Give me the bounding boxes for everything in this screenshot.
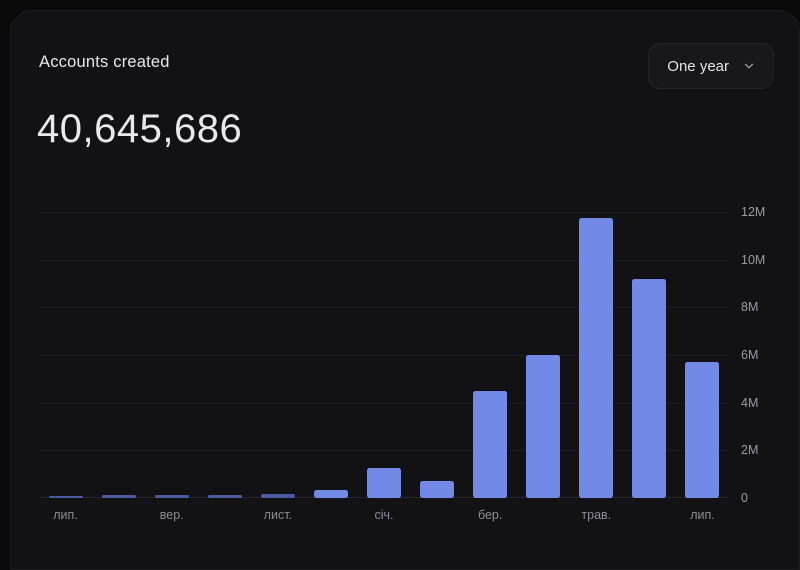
bar[interactable] — [632, 278, 667, 498]
bar[interactable] — [526, 355, 561, 498]
time-range-dropdown[interactable]: One year — [648, 43, 774, 89]
card-header: Accounts created 40,645,686 One year — [11, 11, 799, 151]
bar[interactable] — [101, 494, 136, 498]
x-axis-tick-label: лип. — [690, 508, 715, 522]
x-axis-tick-label: лист. — [263, 508, 293, 522]
y-axis-tick-label: 6M — [741, 348, 759, 362]
gridline — [39, 307, 729, 309]
bar[interactable] — [48, 495, 83, 498]
total-accounts-value: 40,645,686 — [37, 107, 243, 151]
x-axis-tick-label: вер. — [159, 508, 184, 522]
x-axis-tick-label: трав. — [581, 508, 612, 522]
bar[interactable] — [313, 489, 348, 498]
x-axis-tick-label: бер. — [477, 508, 503, 522]
y-axis-tick-label: 12M — [741, 205, 766, 219]
bar[interactable] — [207, 494, 242, 498]
bar-chart-plot-area: 0 2M 4M 6M 8M 10M 12M лип. вер. лист. січ. бер. тра… — [39, 205, 765, 522]
bar[interactable] — [367, 467, 401, 498]
gridline — [39, 402, 729, 404]
gridline — [39, 450, 729, 452]
y-axis-tick-label: 10M — [741, 252, 766, 267]
y-axis-tick-label: 0 — [741, 491, 748, 505]
chevron-down-icon — [743, 60, 755, 72]
gridline — [39, 355, 729, 356]
gridline — [39, 259, 729, 261]
y-axis-tick-label: 4M — [741, 395, 759, 410]
x-axis-tick-label: лип. — [53, 508, 78, 522]
bar[interactable] — [685, 362, 720, 498]
x-axis-tick-label: січ. — [374, 508, 394, 522]
gridline — [39, 212, 729, 213]
y-axis-tick-label: 2M — [741, 443, 759, 458]
page-title: Accounts created — [39, 53, 170, 71]
bar[interactable] — [154, 494, 189, 498]
bar[interactable] — [420, 480, 455, 498]
time-range-label: One year — [667, 57, 729, 75]
accounts-created-card: Accounts created 40,645,686 One year 0 2M… — [10, 10, 800, 570]
bar[interactable] — [260, 494, 295, 498]
bar[interactable] — [473, 390, 508, 498]
y-axis-tick-label: 8M — [741, 300, 759, 315]
bar[interactable] — [579, 218, 614, 498]
